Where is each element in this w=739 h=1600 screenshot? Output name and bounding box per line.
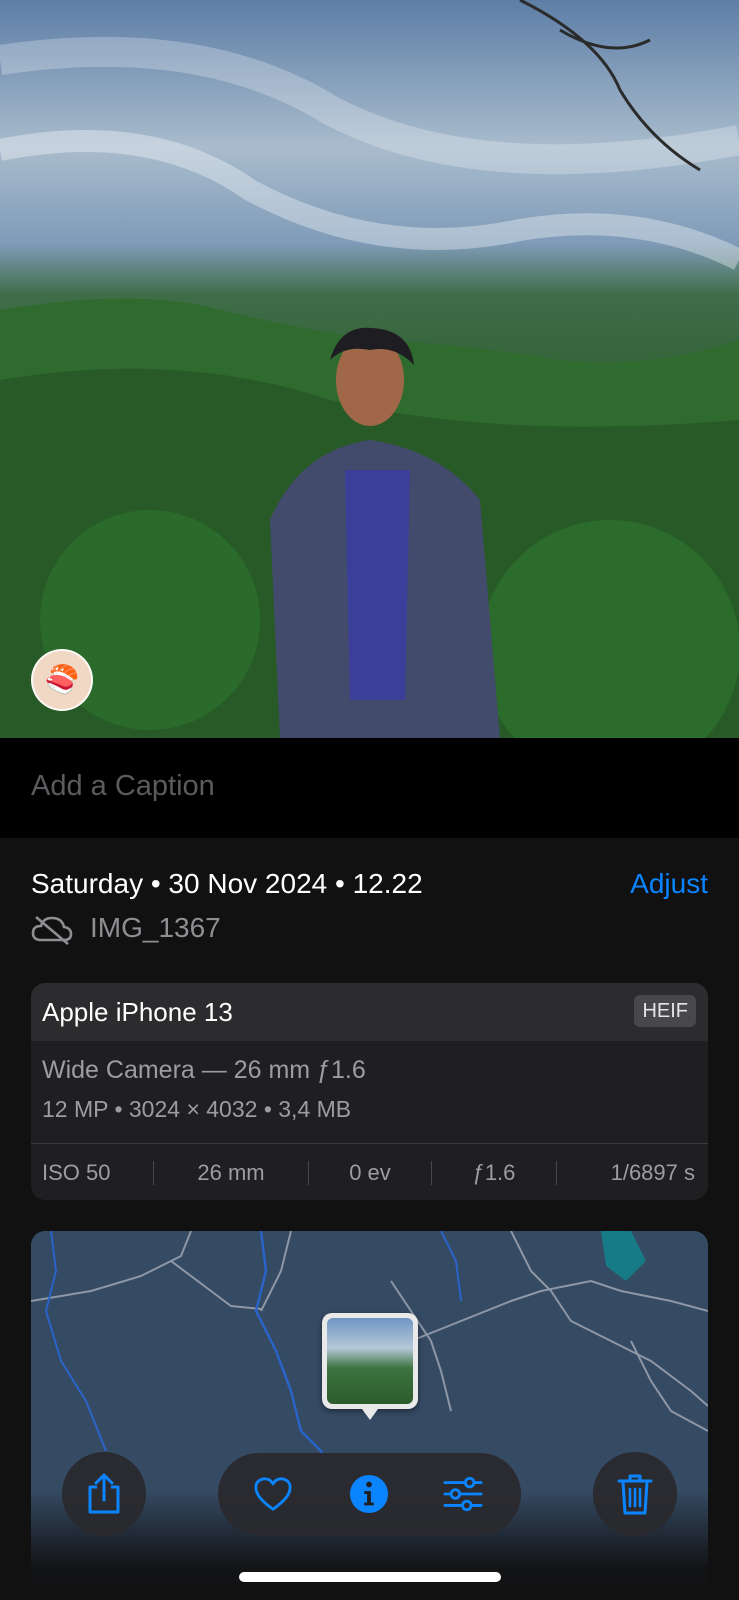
delete-button[interactable] <box>593 1452 677 1536</box>
sticker-button[interactable]: 🍣 <box>31 649 93 711</box>
lens-info: Wide Camera — 26 mm ƒ1.6 <box>42 1056 366 1084</box>
exif-shutter-speed: 1/6897 s <box>610 1159 695 1185</box>
info-button[interactable] <box>349 1474 389 1514</box>
info-icon <box>349 1474 389 1514</box>
exif-row: ISO 50 26 mm 0 ev ƒ1.6 1/6897 s <box>31 1143 708 1200</box>
exif-focal-length: 26 mm <box>197 1159 265 1185</box>
heart-icon <box>254 1477 292 1511</box>
exif-aperture: ƒ1.6 <box>472 1159 516 1185</box>
map-photo-thumbnail <box>327 1318 413 1404</box>
format-badge: HEIF <box>634 995 696 1027</box>
map-photo-pin[interactable] <box>322 1313 418 1420</box>
exif-iso: ISO 50 <box>42 1159 111 1185</box>
camera-card-header: Apple iPhone 13 HEIF <box>31 983 708 1041</box>
camera-info-card: Apple iPhone 13 HEIF Wide Camera — 26 mm… <box>31 983 708 1200</box>
exif-exposure: 0 ev <box>349 1159 391 1185</box>
location-map[interactable] <box>31 1231 708 1600</box>
caption-bar[interactable]: Add a Caption <box>0 738 739 838</box>
sliders-icon <box>443 1476 483 1512</box>
photo-datetime: Saturday • 30 Nov 2024 • 12.22 <box>31 868 423 899</box>
device-name: Apple iPhone 13 <box>42 997 233 1027</box>
trash-icon <box>617 1474 653 1515</box>
share-button[interactable] <box>62 1452 146 1536</box>
adjust-datetime-button[interactable]: Adjust <box>630 868 708 900</box>
photo-viewer[interactable]: 🍣 <box>0 0 739 738</box>
photo-image <box>0 0 739 738</box>
edit-adjust-button[interactable] <box>443 1474 483 1514</box>
filename: IMG_1367 <box>90 912 221 943</box>
share-icon <box>88 1473 120 1514</box>
home-indicator[interactable] <box>239 1572 501 1582</box>
favorite-button[interactable] <box>253 1474 293 1514</box>
image-specs: 12 MP • 3024 × 4032 • 3,4 MB <box>42 1096 352 1122</box>
cloud-slash-icon <box>31 916 73 945</box>
caption-input[interactable]: Add a Caption <box>31 770 215 803</box>
action-pill <box>218 1453 521 1535</box>
